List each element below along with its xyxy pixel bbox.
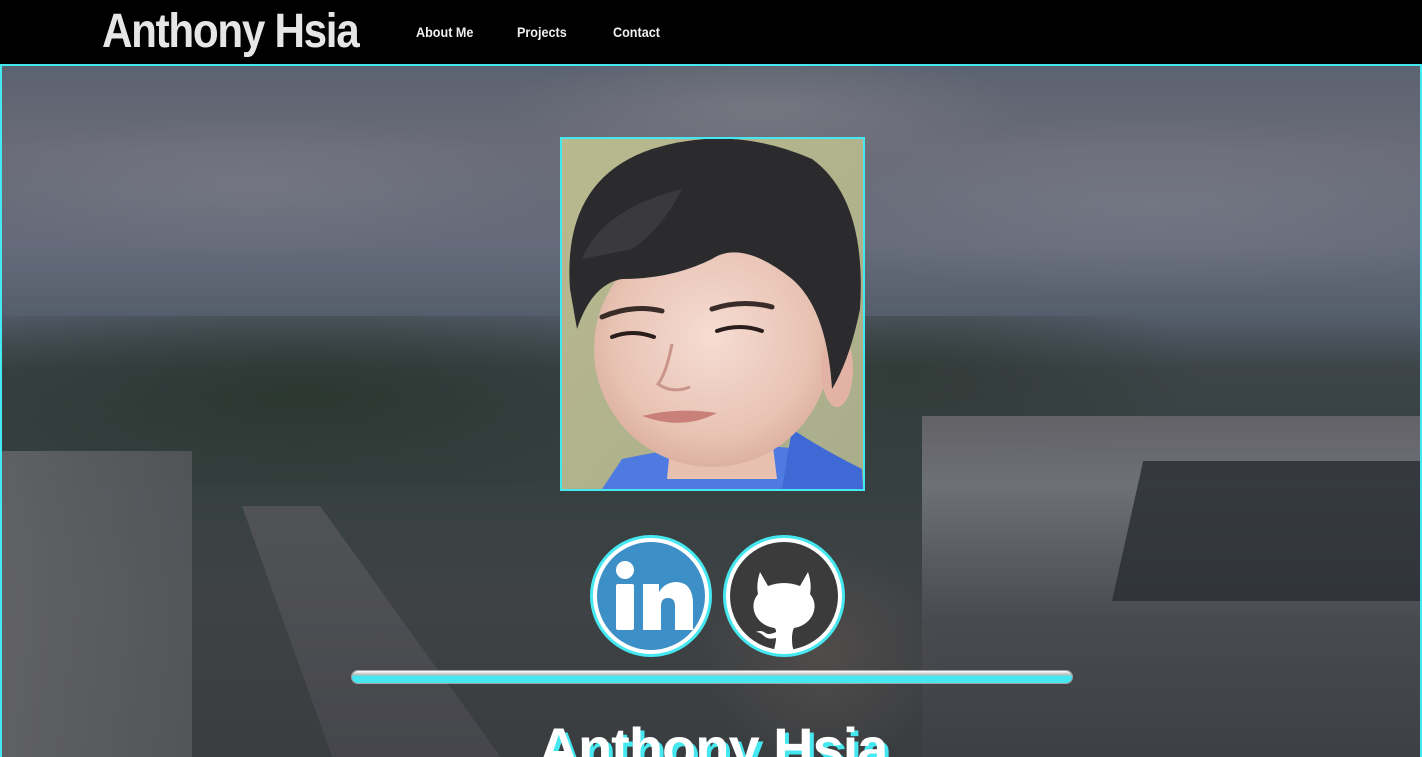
brand-title-link[interactable]: Anthony Hsia: [102, 4, 360, 60]
hero-section: Anthony Hsia: [0, 64, 1422, 757]
profile-photo: [560, 137, 865, 491]
portrait-photo: [562, 139, 863, 489]
background-building-left: [2, 451, 192, 757]
linkedin-link[interactable]: [590, 535, 712, 657]
github-icon: [730, 542, 838, 650]
background-roof: [1112, 461, 1420, 601]
top-navbar: Anthony Hsia About Me Projects Contact: [0, 0, 1422, 64]
hero-divider: [352, 671, 1072, 683]
nav-link-contact[interactable]: Contact: [613, 22, 660, 42]
nav-link-about-me[interactable]: About Me: [416, 22, 473, 42]
nav-link-projects[interactable]: Projects: [517, 22, 567, 42]
github-link[interactable]: [723, 535, 845, 657]
linkedin-icon: [597, 542, 705, 650]
hero-name-heading: Anthony Hsia: [538, 716, 889, 757]
background-building-right: [922, 416, 1420, 757]
